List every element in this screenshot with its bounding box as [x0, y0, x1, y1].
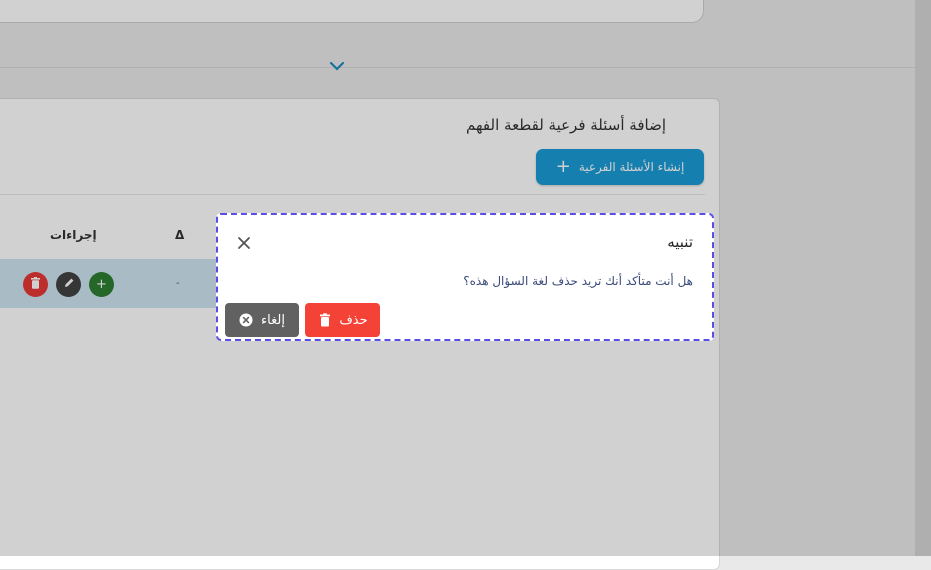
- cancel-button[interactable]: إلغاء: [225, 303, 299, 337]
- delete-button-label: حذف: [339, 312, 368, 328]
- confirm-dialog: تنبيه هل أنت متأكد أنك تريد حذف لغة السؤ…: [216, 213, 714, 341]
- dialog-message: هل أنت متأكد أنك تريد حذف لغة السؤال هذه…: [463, 274, 693, 288]
- close-icon[interactable]: [236, 235, 252, 251]
- cancel-button-label: إلغاء: [261, 312, 285, 328]
- cancel-circle-icon: [239, 313, 253, 327]
- trash-icon: [317, 313, 331, 327]
- delete-button[interactable]: حذف: [305, 303, 380, 337]
- dialog-title: تنبيه: [667, 233, 693, 251]
